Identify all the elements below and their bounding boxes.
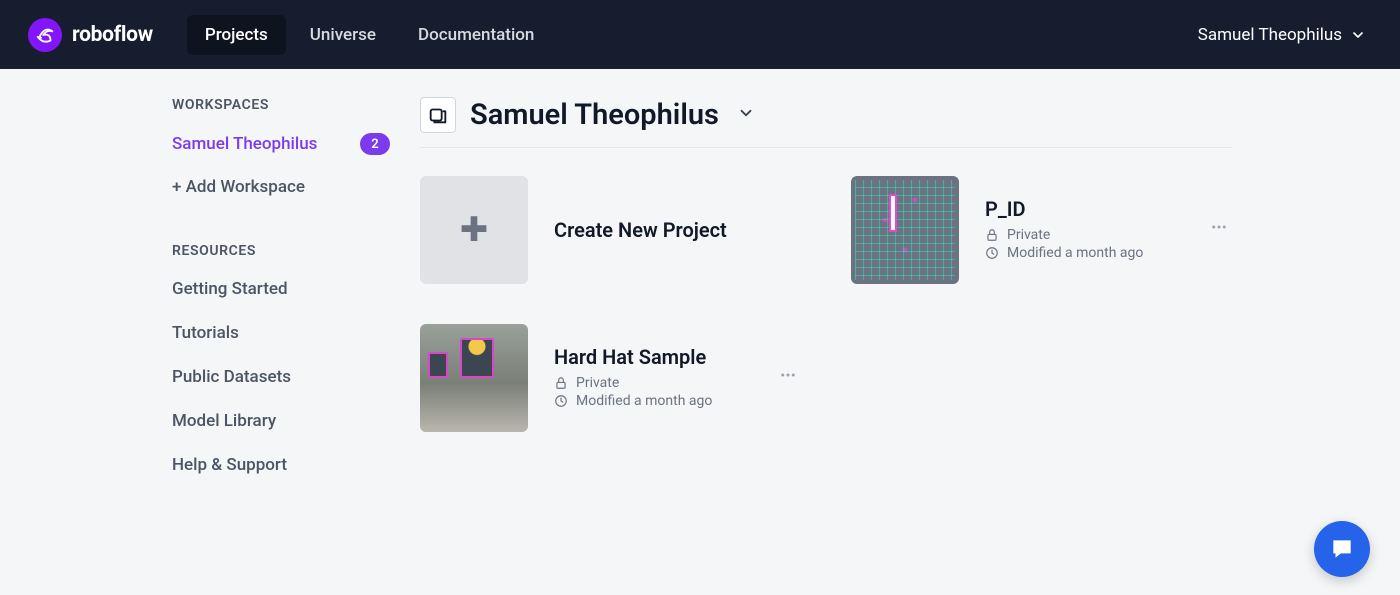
project-menu-button[interactable] <box>775 362 801 392</box>
create-project-label: Create New Project <box>554 218 801 242</box>
nav-universe[interactable]: Universe <box>292 15 394 55</box>
nav-projects[interactable]: Projects <box>187 15 286 55</box>
workspace-header: Samuel Theophilus <box>420 97 1232 148</box>
chat-icon <box>1329 536 1355 562</box>
project-name: Hard Hat Sample <box>554 345 801 369</box>
nav-documentation[interactable]: Documentation <box>400 15 552 55</box>
workspaces-heading: WORKSPACES <box>172 97 390 113</box>
workspace-dropdown-toggle[interactable] <box>733 100 759 130</box>
create-project-thumb: ✚ <box>420 176 528 284</box>
brand-name: roboflow <box>72 23 153 47</box>
chevron-down-icon <box>1350 27 1366 43</box>
sidebar-workspace-item[interactable]: Samuel Theophilus 2 <box>172 133 390 155</box>
project-thumbnail <box>420 324 528 432</box>
project-visibility: Private <box>985 227 1232 243</box>
add-workspace-button[interactable]: + Add Workspace <box>172 177 390 197</box>
clock-icon <box>554 394 568 408</box>
resources-heading: RESOURCES <box>172 243 390 259</box>
resource-public-datasets[interactable]: Public Datasets <box>172 367 390 387</box>
project-modified: Modified a month ago <box>985 245 1232 261</box>
resource-getting-started[interactable]: Getting Started <box>172 279 390 299</box>
projects-grid: ✚ Create New Project P_ID Private <box>420 176 1232 432</box>
content-area: WORKSPACES Samuel Theophilus 2 + Add Wor… <box>0 69 1400 499</box>
resource-help-support[interactable]: Help & Support <box>172 455 390 475</box>
resource-tutorials[interactable]: Tutorials <box>172 323 390 343</box>
chat-support-button[interactable] <box>1314 521 1370 577</box>
sidebar: WORKSPACES Samuel Theophilus 2 + Add Wor… <box>0 97 420 499</box>
create-new-project-card[interactable]: ✚ Create New Project <box>420 176 801 284</box>
header-left: roboflow Projects Universe Documentation <box>28 15 552 55</box>
resource-model-library[interactable]: Model Library <box>172 411 390 431</box>
plus-icon: ✚ <box>460 210 489 250</box>
user-name: Samuel Theophilus <box>1198 25 1342 45</box>
main-panel: Samuel Theophilus ✚ Create New Project <box>420 97 1400 499</box>
lock-icon <box>985 228 999 242</box>
project-visibility: Private <box>554 375 801 391</box>
nav-links: Projects Universe Documentation <box>187 15 553 55</box>
workspace-switcher-icon[interactable] <box>420 97 456 133</box>
workspace-count-badge: 2 <box>360 133 390 155</box>
workspace-name: Samuel Theophilus <box>172 134 317 154</box>
workspace-title: Samuel Theophilus <box>470 98 719 132</box>
project-thumbnail <box>851 176 959 284</box>
user-menu[interactable]: Samuel Theophilus <box>1198 25 1372 45</box>
project-card-pid[interactable]: P_ID Private Modified a month ago <box>851 176 1232 284</box>
project-menu-button[interactable] <box>1206 214 1232 244</box>
clock-icon <box>985 246 999 260</box>
project-modified: Modified a month ago <box>554 393 801 409</box>
project-name: P_ID <box>985 197 1232 221</box>
lock-icon <box>554 376 568 390</box>
project-card-hardhat[interactable]: Hard Hat Sample Private Modified a month… <box>420 324 801 432</box>
top-header: roboflow Projects Universe Documentation… <box>0 0 1400 69</box>
brand-logo[interactable]: roboflow <box>28 18 153 52</box>
roboflow-logo-icon <box>28 18 62 52</box>
